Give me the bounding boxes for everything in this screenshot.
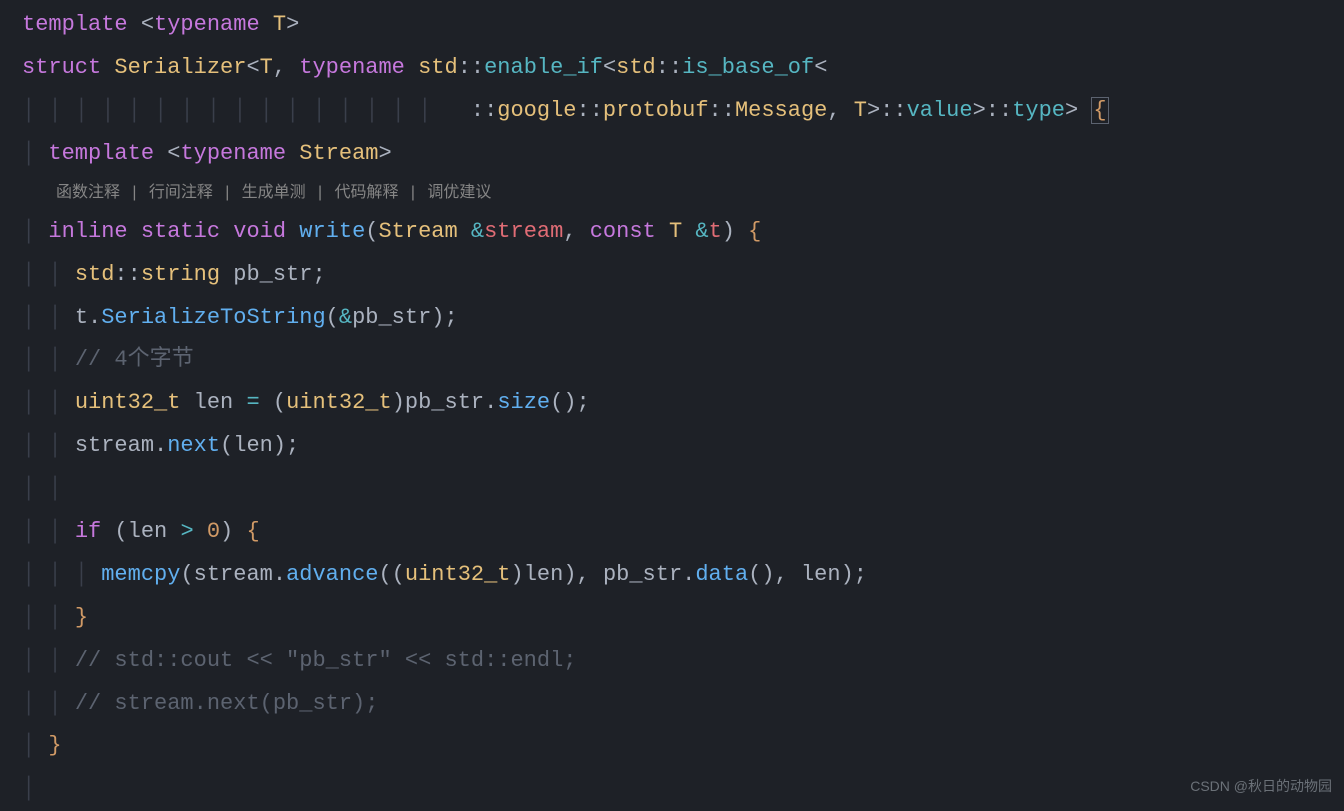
comment-next: // stream.next(pb_str); <box>75 691 379 716</box>
code-line: │ │ t.SerializeToString(&pb_str); <box>0 297 1344 340</box>
code-line: │ │ // std::cout << "pb_str" << std::end… <box>0 640 1344 683</box>
code-line: │ │ // 4个字节 <box>0 339 1344 382</box>
keyword-typename: typename <box>154 12 260 37</box>
code-line-empty: │ │ <box>0 468 1344 511</box>
keyword-struct: struct <box>22 55 101 80</box>
fn-serialize: SerializeToString <box>101 305 325 330</box>
code-line: │ inline static void write(Stream &strea… <box>0 211 1344 254</box>
code-line: │ │ stream.next(len); <box>0 425 1344 468</box>
var-len: len <box>194 390 234 415</box>
code-line: │ │ std::string pb_str; <box>0 254 1344 297</box>
type-uint32: uint32_t <box>75 390 181 415</box>
codelens-bar[interactable]: 函数注释 | 行间注释 | 生成单测 | 代码解释 | 调优建议 <box>0 176 1344 211</box>
type-T: T <box>273 12 286 37</box>
brace-open: { <box>1091 97 1108 124</box>
comment-4bytes: // 4个字节 <box>75 347 194 372</box>
code-line-empty: │ <box>0 768 1344 811</box>
code-line: │ } <box>0 725 1344 768</box>
fn-advance: advance <box>286 562 378 587</box>
code-line: │ │ │ │ │ │ │ │ │ │ │ │ │ │ │ │ ::google… <box>0 90 1344 133</box>
type-serializer: Serializer <box>114 55 246 80</box>
codelens-func-comment[interactable]: 函数注释 <box>56 184 120 202</box>
code-line: struct Serializer<T, typename std::enabl… <box>0 47 1344 90</box>
is-base-of: is_base_of <box>682 55 814 80</box>
type-stream: Stream <box>299 141 378 166</box>
var-pbstr: pb_str <box>233 262 312 287</box>
param-t: t <box>709 219 722 244</box>
code-line: │ │ uint32_t len = (uint32_t)pb_str.size… <box>0 382 1344 425</box>
fn-next: next <box>167 433 220 458</box>
fn-write: write <box>299 219 365 244</box>
watermark: CSDN @秋日的动物园 <box>1190 773 1332 800</box>
param-stream: stream <box>484 219 563 244</box>
code-line: │ template <typename Stream> <box>0 133 1344 176</box>
type-message: Message <box>735 98 827 123</box>
keyword-template: template <box>22 12 128 37</box>
code-line: │ │ if (len > 0) { <box>0 511 1344 554</box>
code-line: template <typename T> <box>0 4 1344 47</box>
enable-if: enable_if <box>484 55 603 80</box>
code-line: │ │ } <box>0 597 1344 640</box>
fn-memcpy: memcpy <box>101 562 180 587</box>
codelens-optimize[interactable]: 调优建议 <box>427 184 491 202</box>
code-editor[interactable]: template <typename T> struct Serializer<… <box>0 4 1344 811</box>
code-line: │ │ // stream.next(pb_str); <box>0 683 1344 726</box>
codelens-gen-test[interactable]: 生成单测 <box>242 184 306 202</box>
code-line: │ │ │ memcpy(stream.advance((uint32_t)le… <box>0 554 1344 597</box>
codelens-explain[interactable]: 代码解释 <box>334 184 398 202</box>
comment-cout: // std::cout << "pb_str" << std::endl; <box>75 648 577 673</box>
codelens-line-comment[interactable]: 行间注释 <box>149 184 213 202</box>
fn-data: data <box>695 562 748 587</box>
